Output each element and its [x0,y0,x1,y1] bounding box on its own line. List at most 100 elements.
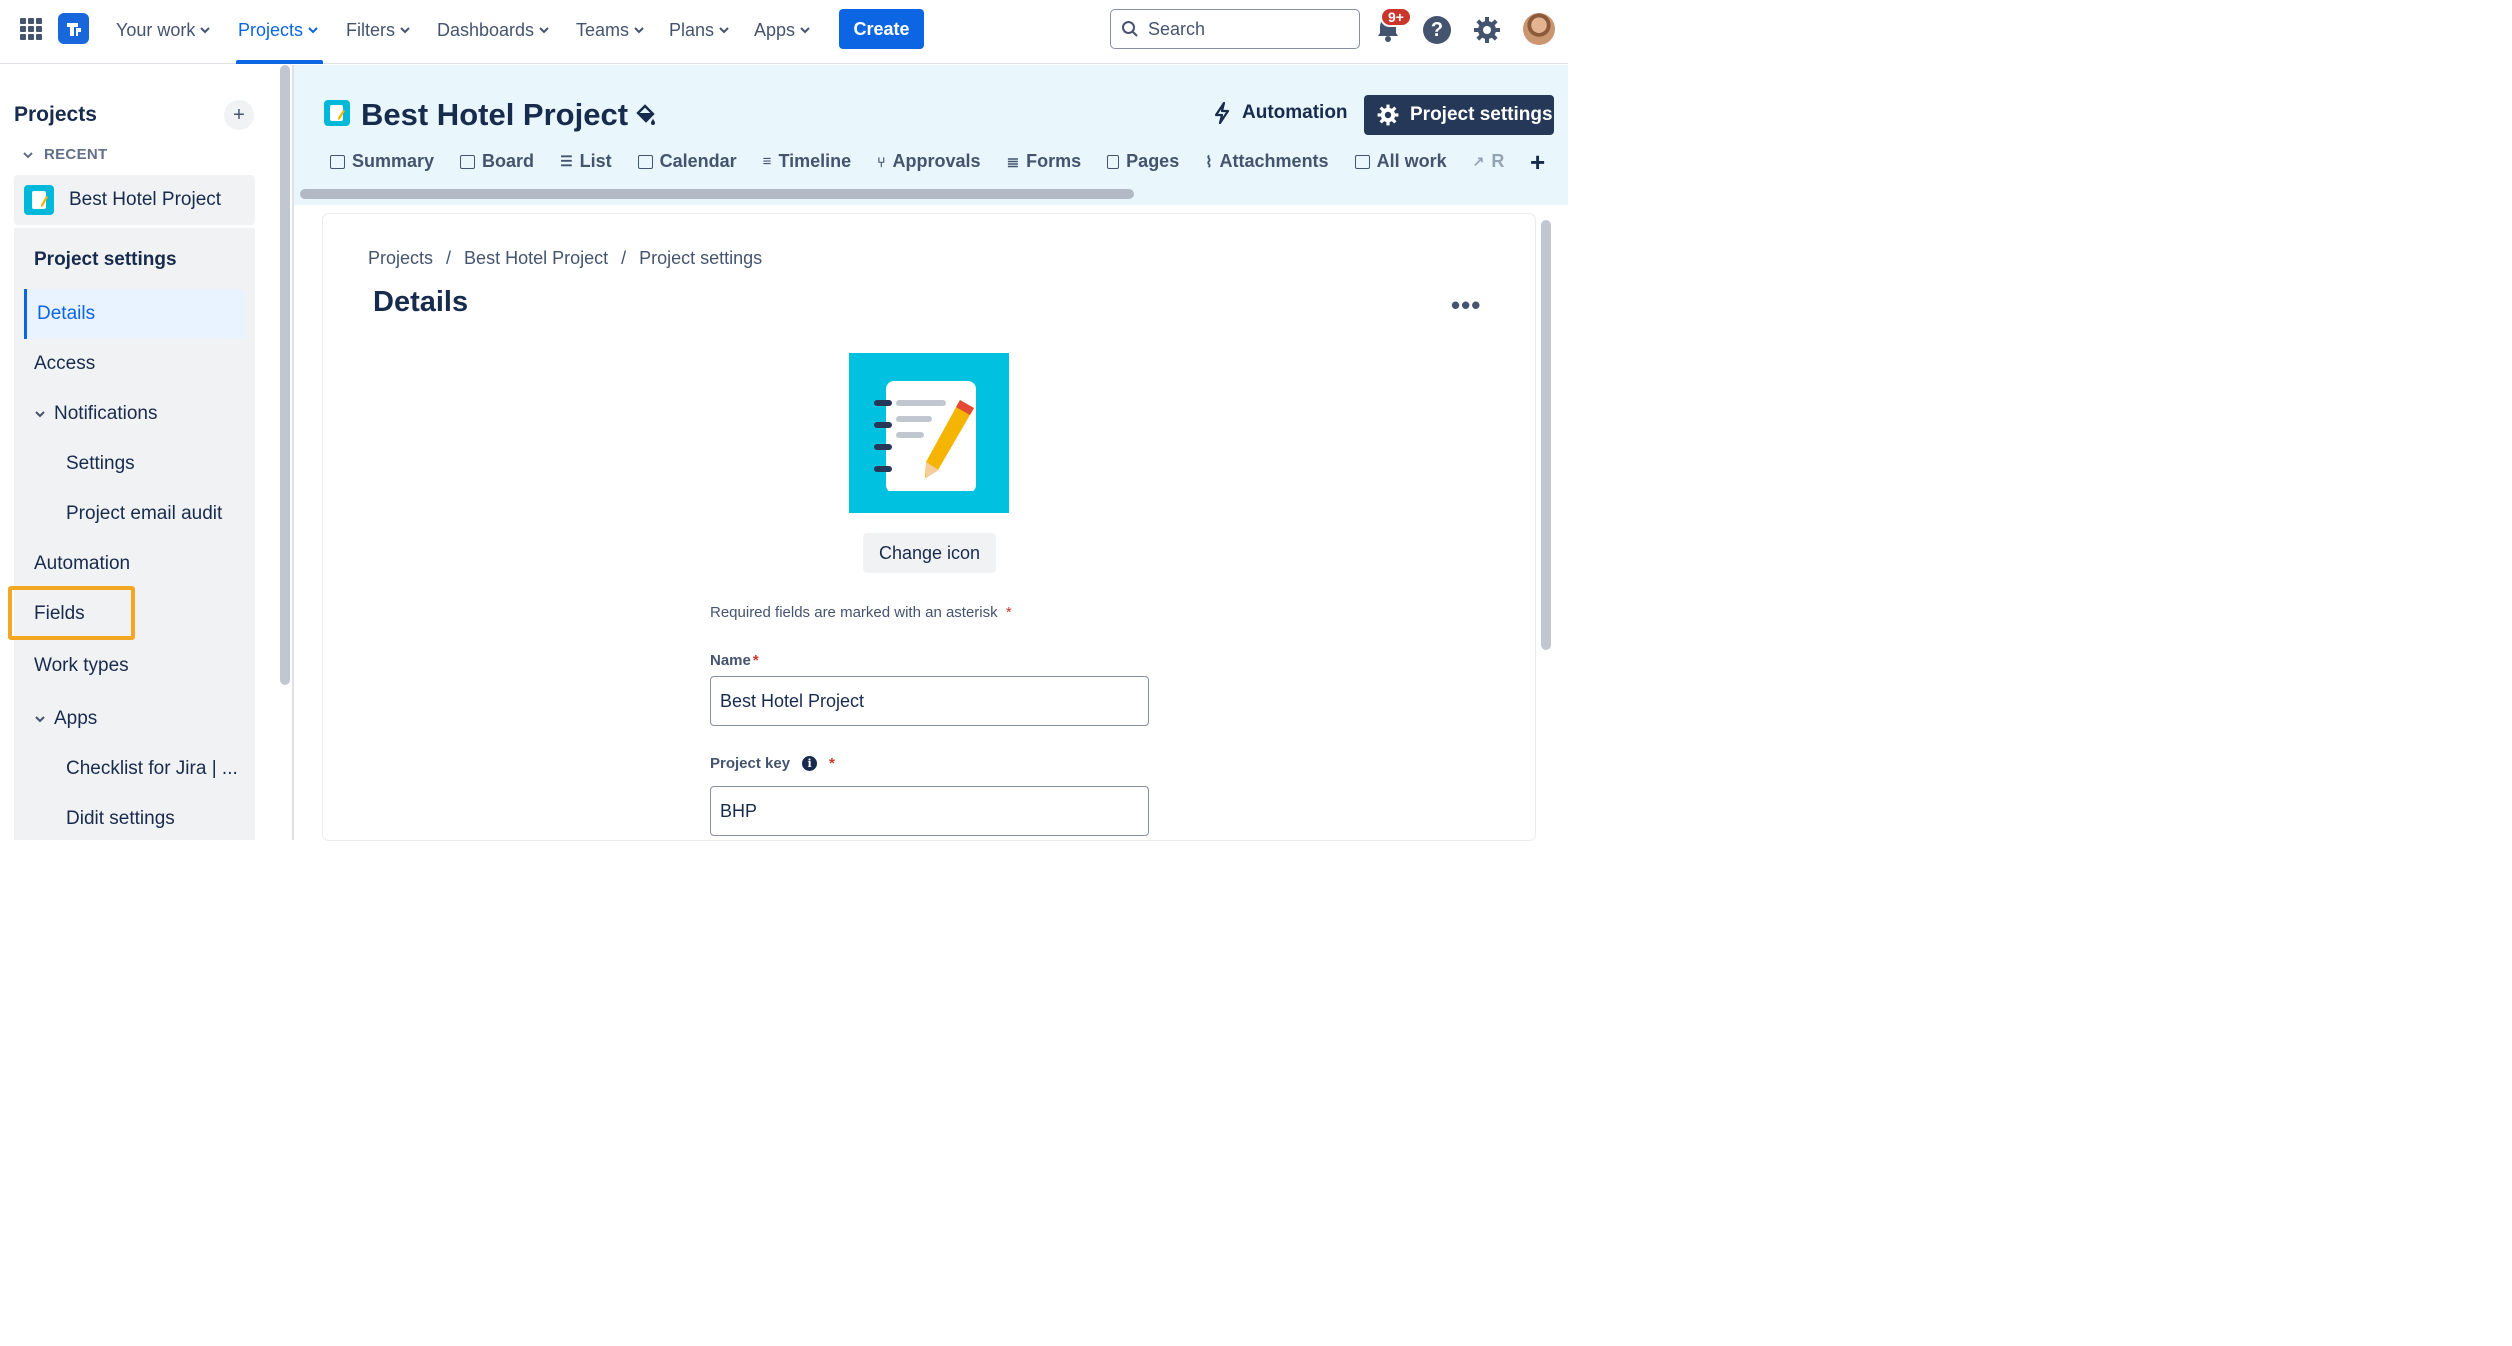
chevron-down-icon [35,716,45,723]
tab-label: Timeline [778,151,852,171]
tab-all-work[interactable]: All work [1354,151,1447,172]
list-icon: ☰ [560,153,573,169]
nav-filters[interactable]: Filters [346,17,411,43]
sidebar-item-label: Access [34,353,96,374]
nav-your-work[interactable]: Your work [116,17,211,43]
sidebar-title: Projects [14,103,97,126]
app-switcher-icon[interactable] [20,18,42,40]
chevron-down-icon [200,27,211,34]
nav-teams[interactable]: Teams [576,17,645,43]
sidebar-item-label: Work types [34,655,129,676]
summary-icon [330,154,345,169]
tab-pages[interactable]: Pages [1107,151,1179,172]
automation-button[interactable]: Automation [1212,101,1348,125]
breadcrumb-project[interactable]: Best Hotel Project [464,248,608,269]
more-actions-button[interactable]: ••• [1451,290,1481,321]
jira-logo-icon[interactable] [58,13,89,44]
project-settings-nav: Project settings Details Access Notifica… [14,228,255,840]
sidebar-item-label: Automation [34,553,131,574]
chevron-down-icon [23,151,33,158]
nav-plans[interactable]: Plans [669,17,730,43]
add-tab-button[interactable]: + [1530,147,1545,178]
chevron-down-icon [308,27,318,34]
create-button[interactable]: Create [839,9,924,49]
nav-dashboards[interactable]: Dashboards [437,17,550,43]
tab-list[interactable]: ☰ List [560,151,612,172]
project-notebook-icon [324,100,350,126]
recent-project-item[interactable]: Best Hotel Project [14,175,255,225]
nav-your-work-label: Your work [116,19,196,40]
chevron-down-icon [539,27,549,34]
project-title: Best Hotel Project [361,97,629,132]
breadcrumb-projects[interactable]: Projects [368,248,433,269]
timeline-icon: ≡ [762,153,772,170]
project-name-field[interactable] [710,676,1149,726]
chevron-down-icon [634,27,644,34]
tab-label: Pages [1126,151,1180,171]
sidebar-item-notifications[interactable]: Notifications [34,403,158,425]
chart-line-icon: ↗ [1472,153,1485,169]
paperclip-icon: ⌇ [1205,153,1213,171]
search-placeholder: Search [1148,18,1206,39]
sidebar-scrollbar[interactable] [280,65,290,685]
content-scrollbar[interactable] [1541,220,1551,650]
sidebar-item-automation[interactable]: Automation [34,553,130,575]
project-settings-label: Project settings [1410,104,1553,125]
info-icon[interactable]: i [802,756,818,771]
required-asterisk: * [829,755,835,772]
help-icon[interactable]: ? [1423,16,1451,44]
sidebar-item-label: Didit settings [66,808,175,829]
chevron-down-icon [400,27,410,34]
sidebar-item-apps[interactable]: Apps [34,708,97,730]
fields-highlight-box [8,586,135,640]
nav-dashboards-label: Dashboards [437,19,535,40]
tab-calendar[interactable]: Calendar [637,151,737,172]
add-project-button[interactable]: + [224,100,254,130]
forms-icon: ≣ [1006,153,1020,171]
tab-board[interactable]: Board [460,151,534,172]
user-avatar[interactable] [1523,13,1555,45]
sidebar-item-project-email-audit[interactable]: Project email audit [66,503,222,525]
recent-section-toggle[interactable]: RECENT [22,146,107,163]
sidebar-item-access[interactable]: Access [34,353,95,375]
tab-approvals[interactable]: ⑂ Approvals [877,151,980,172]
all-work-icon [1354,154,1370,169]
tab-reports[interactable]: ↗ R [1473,151,1505,172]
tab-forms[interactable]: ≣ Forms [1007,151,1082,172]
sidebar-item-work-types[interactable]: Work types [34,655,129,677]
settings-gear-icon[interactable] [1472,15,1502,45]
tab-attachments[interactable]: ⌇ Attachments [1205,151,1328,172]
tab-label: Attachments [1219,151,1329,171]
recent-project-label: Best Hotel Project [69,189,222,210]
tab-timeline[interactable]: ≡ Timeline [763,151,851,172]
search-input[interactable]: Search [1110,9,1360,49]
sidebar-item-checklist-for-jira[interactable]: Checklist for Jira | ... [66,758,238,780]
approvals-icon: ⑂ [877,153,886,170]
nav-apps[interactable]: Apps [754,17,811,43]
tab-label: Calendar [659,151,737,171]
project-key-field[interactable] [710,786,1149,836]
project-header: Best Hotel Project Automation Project se… [294,65,1568,205]
project-key-label-text: Project key [710,755,791,772]
calendar-icon [637,154,653,169]
change-icon-button[interactable]: Change icon [863,533,996,573]
project-settings-button[interactable]: Project settings [1364,95,1554,135]
active-nav-indicator [236,60,323,64]
top-navigation: Your work Projects Filters Dashboards Te… [0,0,1568,64]
sidebar-item-details[interactable]: Details [24,289,244,339]
tab-label: List [579,151,612,171]
sidebar-item-didit-settings[interactable]: Didit settings [66,808,175,830]
sidebar: Projects + RECENT Best Hotel Project Pro… [0,65,276,840]
required-asterisk: * [1005,604,1012,621]
paint-bucket-icon[interactable] [634,103,656,127]
breadcrumb-project-settings[interactable]: Project settings [639,248,762,269]
required-note-text: Required fields are marked with an aster… [710,604,998,621]
sidebar-item-notification-settings[interactable]: Settings [66,453,135,475]
breadcrumb: Projects / Best Hotel Project / Project … [368,248,762,269]
board-icon [460,154,476,169]
sidebar-item-label: Notifications [54,403,158,424]
tab-summary[interactable]: Summary [330,151,434,172]
project-settings-heading: Project settings [34,249,177,270]
nav-projects[interactable]: Projects [238,17,319,43]
tabs-horizontal-scrollbar[interactable] [300,189,1134,199]
